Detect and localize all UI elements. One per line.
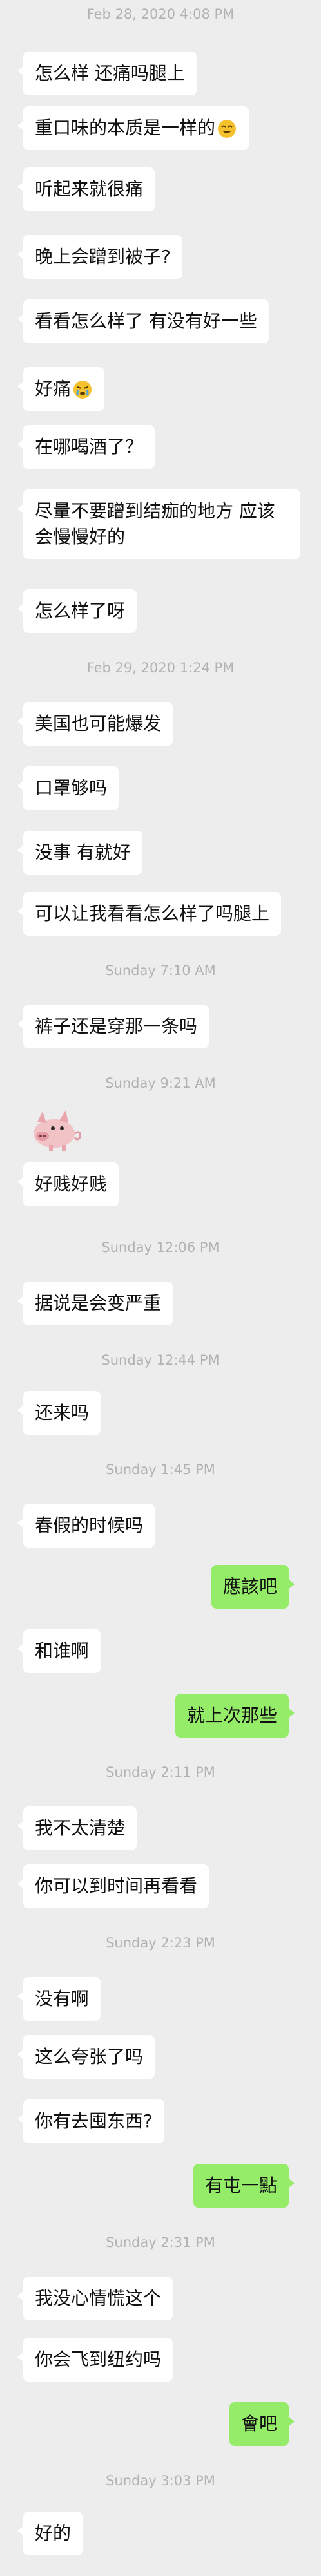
message-bubble-incoming[interactable]: 可以让我看看怎么样了吗腿上 xyxy=(17,892,282,936)
chat-history[interactable]: Feb 28, 2020 4:08 PM 怎么样 还痛吗腿上 重口味的本质是一样… xyxy=(0,0,321,2576)
pig-sticker-icon[interactable] xyxy=(23,1108,88,1153)
message-bubble-incoming[interactable]: 重口味的本质是一样的 xyxy=(17,106,249,150)
message-bubble-incoming[interactable]: 尽量不要蹭到结痂的地方 应该会慢慢好的 xyxy=(17,489,300,559)
message-bubble-incoming[interactable]: 怎么样了呀 xyxy=(17,589,137,633)
message-bubble-incoming[interactable]: 春假的时候吗 xyxy=(17,1504,155,1548)
message-bubble-incoming[interactable]: 我没心情慌这个 xyxy=(17,2277,173,2320)
timestamp: Sunday 1:45 PM xyxy=(106,1462,215,1477)
message-bubble-incoming[interactable]: 这么夸张了吗 xyxy=(17,2035,155,2079)
message-bubble-incoming[interactable]: 在哪喝酒了？ xyxy=(17,425,155,469)
message-bubble-incoming[interactable]: 没有啊 xyxy=(17,1977,101,2021)
message-text: 重口味的本质是一样的 xyxy=(35,117,216,138)
timestamp: Sunday 2:23 PM xyxy=(106,1935,215,1951)
message-bubble-incoming[interactable]: 晚上会蹭到被子? xyxy=(17,235,182,279)
message-bubble-incoming[interactable]: 和谁啊 xyxy=(17,1629,101,1673)
message-bubble-outgoing[interactable]: 會吧 xyxy=(229,2402,295,2446)
message-text: 好痛 xyxy=(35,378,72,399)
timestamp: Sunday 2:11 PM xyxy=(106,1765,215,1780)
message-bubble-incoming[interactable]: 还来吗 xyxy=(17,1391,101,1435)
timestamp: Sunday 12:44 PM xyxy=(101,1352,220,1368)
timestamp: Sunday 3:03 PM xyxy=(106,2473,215,2488)
message-bubble-incoming[interactable]: 美国也可能爆发 xyxy=(17,702,173,746)
timestamp: Sunday 2:31 PM xyxy=(106,2235,215,2250)
timestamp: Sunday 7:10 AM xyxy=(105,963,216,978)
message-bubble-outgoing[interactable]: 就上次那些 xyxy=(175,1694,295,1738)
message-bubble-incoming[interactable]: 口罩够吗 xyxy=(17,766,119,810)
message-bubble-incoming[interactable]: 裤子还是穿那一条吗 xyxy=(17,1005,209,1048)
message-bubble-incoming[interactable]: 好痛 xyxy=(17,367,105,411)
message-bubble-incoming[interactable]: 你有去囤东西? xyxy=(17,2099,164,2143)
timestamp: Feb 28, 2020 4:08 PM xyxy=(86,6,235,22)
message-bubble-incoming[interactable]: 看看怎么样了 有没有好一些 xyxy=(17,299,269,343)
message-bubble-incoming[interactable]: 据说是会变严重 xyxy=(17,1282,173,1325)
message-bubble-outgoing[interactable]: 應該吧 xyxy=(211,1565,295,1609)
message-bubble-incoming[interactable]: 好的 xyxy=(17,2512,83,2555)
timestamp: Feb 29, 2020 1:24 PM xyxy=(86,660,235,676)
timestamp: Sunday 9:21 AM xyxy=(105,1075,216,1091)
message-bubble-incoming[interactable]: 听起来就很痛 xyxy=(17,167,155,211)
message-bubble-incoming[interactable]: 没事 有就好 xyxy=(17,831,142,875)
message-bubble-incoming[interactable]: 你可以到时间再看看 xyxy=(17,1864,209,1908)
message-bubble-incoming[interactable]: 你会飞到纽约吗 xyxy=(17,2338,173,2382)
message-bubble-incoming[interactable]: 我不太清楚 xyxy=(17,1806,137,1850)
message-bubble-outgoing[interactable]: 有屯一點 xyxy=(193,2164,295,2208)
laughing-emoji-icon xyxy=(218,120,237,138)
message-bubble-incoming[interactable]: 好贱好贱 xyxy=(17,1162,119,1206)
timestamp: Sunday 12:06 PM xyxy=(101,1240,220,1255)
message-bubble-incoming[interactable]: 怎么样 还痛吗腿上 xyxy=(17,52,197,95)
tearful-emoji-icon xyxy=(73,381,92,399)
